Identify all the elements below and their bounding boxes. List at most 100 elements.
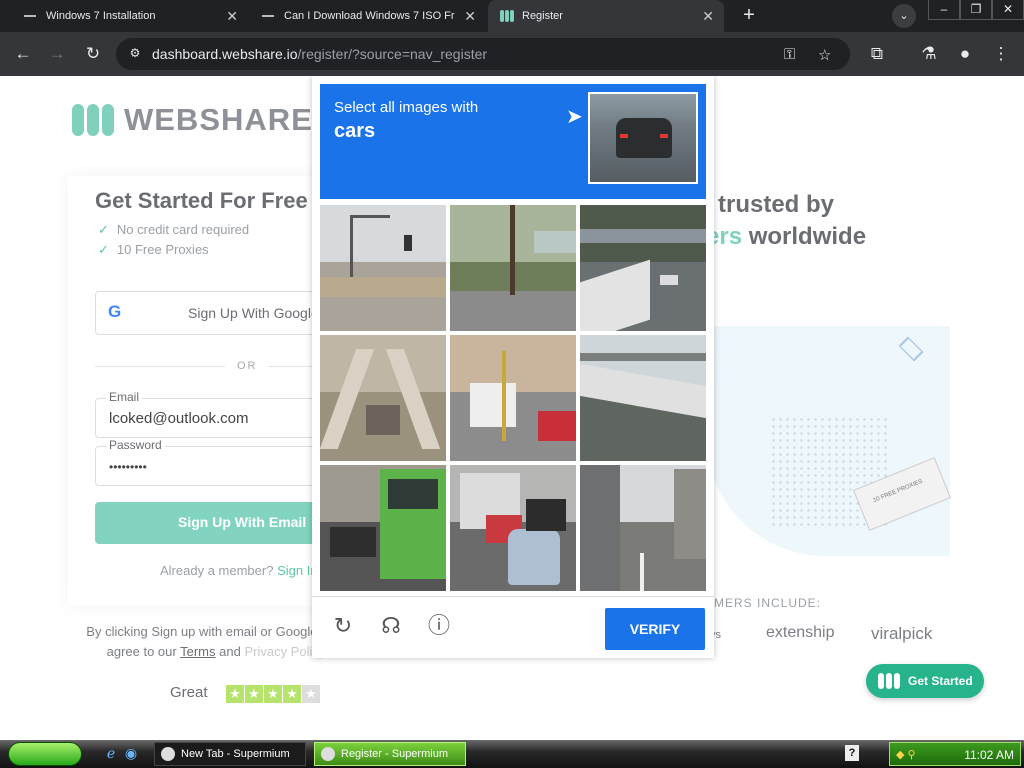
system-tray: ◆ ⚲ 11:02 AM <box>889 742 1021 766</box>
check-label: No credit card required <box>116 222 250 237</box>
supermium-icon <box>161 747 175 761</box>
tab-windows-installation[interactable]: Windows 7 Installation ✕ <box>12 0 248 32</box>
browser-icon[interactable]: ◉ <box>122 745 140 763</box>
taskbar-label: New Tab - Supermium <box>181 748 290 760</box>
terms-link[interactable]: Terms <box>180 644 215 659</box>
forward-icon[interactable]: → <box>46 43 68 65</box>
captcha-footer: ↻ ☊ ⓘ VERIFY <box>312 596 714 658</box>
audio-icon[interactable]: ☊ <box>378 613 404 639</box>
already-text: Already a member? <box>160 563 274 578</box>
star-icon: ★ <box>283 685 301 703</box>
minimize-icon[interactable]: – <box>928 0 960 20</box>
already-member: Already a member? Sign In <box>160 563 318 578</box>
labs-icon[interactable]: ⚗ <box>918 43 940 65</box>
webshare-favicon-icon <box>500 10 514 22</box>
browser-toolbar: ← → ↻ ⚙ dashboard.webshare.io/register/?… <box>0 32 1024 76</box>
get-started-button[interactable]: Get Started <box>866 664 984 698</box>
password-label: Password <box>106 438 165 452</box>
captcha-tile-road-trees[interactable] <box>450 205 576 331</box>
terms-text: By clicking Sign up with email or Google… <box>86 622 346 662</box>
help-icon[interactable]: ? <box>845 745 859 761</box>
tab-favicon-icon <box>24 15 36 17</box>
new-tab-button[interactable]: + <box>736 3 762 29</box>
star-icon: ★ <box>302 685 320 703</box>
site-info-icon[interactable]: ⚙ <box>126 46 144 62</box>
captcha-tile-bus-traffic[interactable] <box>320 465 446 591</box>
page-title: Get Started For Free <box>95 188 308 213</box>
key-icon[interactable]: ⚿ <box>784 46 795 63</box>
tab-search-icon[interactable]: ⌄ <box>892 4 916 28</box>
clock[interactable]: 11:02 AM <box>964 748 1014 762</box>
taskbar-item-register[interactable]: Register - Supermium <box>314 742 466 766</box>
info-icon[interactable]: ⓘ <box>426 613 452 639</box>
car-image <box>616 118 672 158</box>
back-icon[interactable]: ← <box>12 43 34 65</box>
captcha-tile-highway-overpass[interactable] <box>580 205 706 331</box>
star-icon: ★ <box>264 685 282 703</box>
password-field[interactable]: Password ••••••••• <box>95 438 335 486</box>
address-bar[interactable]: ⚙ dashboard.webshare.io/register/?source… <box>116 38 850 70</box>
star-icon: ★ <box>245 685 263 703</box>
webshare-logo[interactable]: WEBSHARE <box>72 102 313 138</box>
check-label: 10 Free Proxies <box>116 242 209 257</box>
profile-icon[interactable]: ● <box>954 43 976 65</box>
taskbar-item-new-tab[interactable]: New Tab - Supermium <box>154 742 306 766</box>
check-icon: ✓ <box>98 242 109 257</box>
refresh-icon[interactable]: ↻ <box>330 613 356 639</box>
tray-icons[interactable]: ◆ ⚲ <box>896 748 916 761</box>
captcha-tile-traffic-cars[interactable] <box>450 465 576 591</box>
captcha-target: cars <box>334 120 376 142</box>
google-signup-button[interactable]: G Sign Up With Google <box>95 291 335 335</box>
taskbar: ℯ ◉ New Tab - Supermium Register - Super… <box>0 740 1024 768</box>
verify-label: VERIFY <box>629 621 681 637</box>
verify-button[interactable]: VERIFY <box>605 608 705 650</box>
webshare-mark-icon <box>878 673 900 689</box>
start-button[interactable] <box>8 742 82 766</box>
reload-icon[interactable]: ↻ <box>82 43 104 65</box>
tab-close-icon[interactable]: ✕ <box>226 8 238 25</box>
url-path: /register/?source=nav_register <box>297 46 488 62</box>
star-icon[interactable]: ☆ <box>818 46 831 64</box>
captcha-tile-city-street[interactable] <box>580 465 706 591</box>
captcha-instruction: Select all images with <box>334 99 479 116</box>
trusted-rest: worldwide <box>748 223 867 250</box>
star-icon: ★ <box>226 685 244 703</box>
captcha-tile-stairs[interactable] <box>320 335 446 461</box>
captcha-tile-truck-street[interactable] <box>450 335 576 461</box>
close-window-icon[interactable]: ✕ <box>992 0 1024 20</box>
screen: Windows 7 Installation ✕ Can I Download … <box>0 0 1024 768</box>
extensions-icon[interactable]: ⧉ <box>866 43 888 65</box>
tab-favicon-icon <box>262 15 274 17</box>
captcha-dialog: Select all images with cars ➤ ↻ ☊ ⓘ VERI… <box>312 76 714 658</box>
tab-close-icon[interactable]: ✕ <box>702 8 714 25</box>
google-icon: G <box>108 302 122 321</box>
signup-email-button[interactable]: Sign Up With Email <box>95 502 335 544</box>
email-field[interactable]: Email lcoked@outlook.com <box>95 390 335 438</box>
email-value: lcoked@outlook.com <box>109 410 249 427</box>
tab-bar: Windows 7 Installation ✕ Can I Download … <box>0 0 1024 32</box>
password-value: ••••••••• <box>109 460 147 474</box>
ie-icon[interactable]: ℯ <box>102 745 120 763</box>
menu-icon[interactable]: ⋮ <box>990 43 1012 65</box>
divider <box>95 366 225 367</box>
check-item: ✓ No credit card required <box>98 222 249 238</box>
or-label: OR <box>237 360 258 372</box>
captcha-grid <box>320 205 706 591</box>
email-label: Email <box>106 390 143 404</box>
trustpilot-stars: ★ ★ ★ ★ ★ <box>226 685 320 703</box>
tab-register[interactable]: Register ✕ <box>488 0 724 32</box>
tab-download-iso[interactable]: Can I Download Windows 7 ISO Fr ✕ <box>250 0 486 32</box>
divider <box>268 366 312 367</box>
trusted-subheading: ers worldwide <box>706 223 866 251</box>
proxy-box-label: 10 FREE PROXIES <box>872 478 924 504</box>
maximize-icon[interactable]: ❐ <box>960 0 992 20</box>
check-icon: ✓ <box>98 222 109 237</box>
get-started-label: Get Started <box>908 674 973 688</box>
captcha-tile-bridge-road[interactable] <box>580 335 706 461</box>
brand-logo-viralpick: viralpick <box>871 624 933 643</box>
rating-word: Great <box>170 684 208 701</box>
mouse-cursor-icon: ➤ <box>566 106 583 128</box>
tab-close-icon[interactable]: ✕ <box>464 8 476 25</box>
captcha-tile-street-light[interactable] <box>320 205 446 331</box>
google-signup-label: Sign Up With Google <box>188 305 319 321</box>
